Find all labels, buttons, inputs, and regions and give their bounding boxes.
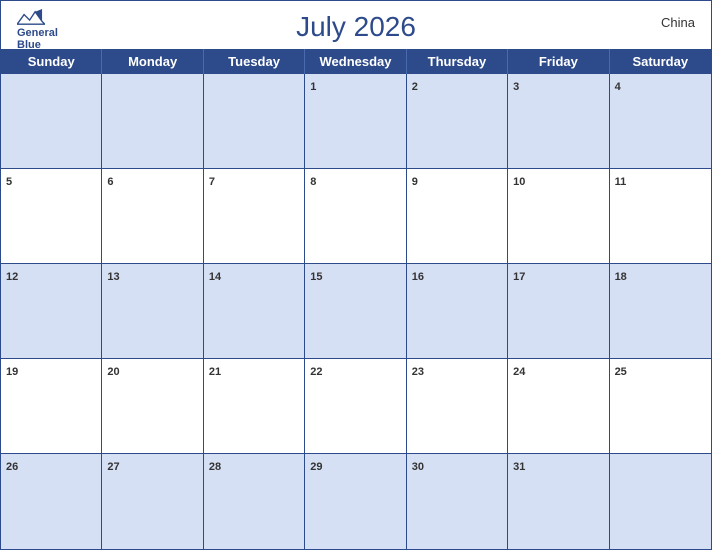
day-cell: 1 xyxy=(305,74,406,169)
day-header-monday: Monday xyxy=(102,49,203,74)
calendar-week-5: 26 27 28 29 30 31 xyxy=(1,454,711,549)
day-cell: 2 xyxy=(407,74,508,169)
day-number: 20 xyxy=(107,366,119,378)
day-number: 6 xyxy=(107,176,113,188)
day-cell xyxy=(204,74,305,169)
day-cell: 10 xyxy=(508,169,609,264)
day-cell: 17 xyxy=(508,264,609,359)
calendar-header: General Blue July 2026 China xyxy=(1,1,711,49)
day-number: 24 xyxy=(513,366,525,378)
logo-icon xyxy=(17,9,45,27)
day-cell: 18 xyxy=(610,264,711,359)
day-number: 7 xyxy=(209,176,215,188)
day-cell: 12 xyxy=(1,264,102,359)
day-cell: 22 xyxy=(305,359,406,454)
day-cell: 27 xyxy=(102,454,203,549)
day-number: 13 xyxy=(107,271,119,283)
day-cell xyxy=(1,74,102,169)
day-number: 4 xyxy=(615,81,621,93)
day-cell: 15 xyxy=(305,264,406,359)
calendar: General Blue July 2026 China SundayMonda… xyxy=(0,0,712,550)
day-number: 21 xyxy=(209,366,221,378)
day-number: 11 xyxy=(615,176,627,188)
day-number: 12 xyxy=(6,271,18,283)
day-header-thursday: Thursday xyxy=(407,49,508,74)
day-number: 29 xyxy=(310,461,322,473)
day-cell: 19 xyxy=(1,359,102,454)
day-cell: 29 xyxy=(305,454,406,549)
day-number: 23 xyxy=(412,366,424,378)
day-cell: 26 xyxy=(1,454,102,549)
day-number: 16 xyxy=(412,271,424,283)
calendar-title: July 2026 xyxy=(296,11,416,43)
day-number: 27 xyxy=(107,461,119,473)
day-header-sunday: Sunday xyxy=(1,49,102,74)
calendar-week-4: 19 20 21 22 23 24 25 xyxy=(1,359,711,454)
day-cell: 7 xyxy=(204,169,305,264)
day-cell xyxy=(102,74,203,169)
day-cell: 3 xyxy=(508,74,609,169)
day-cell: 6 xyxy=(102,169,203,264)
day-cell xyxy=(610,454,711,549)
day-number: 8 xyxy=(310,176,316,188)
day-cell: 11 xyxy=(610,169,711,264)
country-label: China xyxy=(661,15,695,30)
day-header-tuesday: Tuesday xyxy=(204,49,305,74)
day-number: 26 xyxy=(6,461,18,473)
calendar-week-1: 1 2 3 4 xyxy=(1,74,711,169)
day-cell: 5 xyxy=(1,169,102,264)
day-number: 18 xyxy=(615,271,627,283)
day-cell: 31 xyxy=(508,454,609,549)
day-number: 14 xyxy=(209,271,221,283)
day-cell: 4 xyxy=(610,74,711,169)
day-header-saturday: Saturday xyxy=(610,49,711,74)
day-cell: 8 xyxy=(305,169,406,264)
day-cell: 23 xyxy=(407,359,508,454)
day-number: 19 xyxy=(6,366,18,378)
day-number: 2 xyxy=(412,81,418,93)
day-cell: 30 xyxy=(407,454,508,549)
day-header-wednesday: Wednesday xyxy=(305,49,406,74)
day-number: 15 xyxy=(310,271,322,283)
day-cell: 20 xyxy=(102,359,203,454)
logo-general: General xyxy=(17,27,58,39)
day-cell: 16 xyxy=(407,264,508,359)
day-cell: 28 xyxy=(204,454,305,549)
day-headers-row: SundayMondayTuesdayWednesdayThursdayFrid… xyxy=(1,49,711,74)
logo-blue: Blue xyxy=(17,39,41,51)
day-cell: 24 xyxy=(508,359,609,454)
day-cell: 9 xyxy=(407,169,508,264)
day-number: 22 xyxy=(310,366,322,378)
day-number: 17 xyxy=(513,271,525,283)
day-number: 1 xyxy=(310,81,316,93)
day-number: 10 xyxy=(513,176,525,188)
calendar-week-3: 12 13 14 15 16 17 18 xyxy=(1,264,711,359)
day-cell: 21 xyxy=(204,359,305,454)
day-number: 3 xyxy=(513,81,519,93)
day-cell: 14 xyxy=(204,264,305,359)
day-number: 25 xyxy=(615,366,627,378)
day-cell: 25 xyxy=(610,359,711,454)
day-number: 5 xyxy=(6,176,12,188)
calendar-body: 1234567891011121314151617181920212223242… xyxy=(1,74,711,549)
calendar-week-2: 5 6 7 8 9 10 11 xyxy=(1,169,711,264)
logo: General Blue xyxy=(17,9,58,51)
day-number: 9 xyxy=(412,176,418,188)
day-number: 28 xyxy=(209,461,221,473)
day-number: 31 xyxy=(513,461,525,473)
day-header-friday: Friday xyxy=(508,49,609,74)
day-number: 30 xyxy=(412,461,424,473)
day-cell: 13 xyxy=(102,264,203,359)
